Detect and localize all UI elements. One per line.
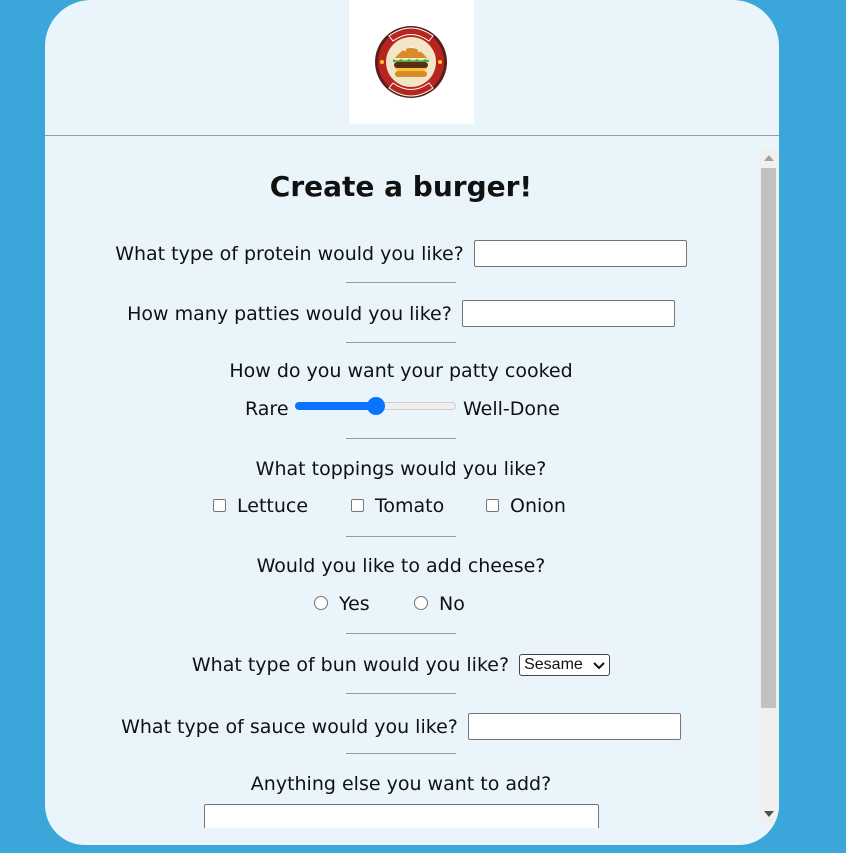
scroll-down-arrow-icon[interactable] — [764, 811, 774, 817]
divider — [346, 693, 456, 694]
divider — [346, 438, 456, 439]
protein-input[interactable] — [473, 240, 687, 267]
logo — [349, 0, 474, 124]
tomato-label: Tomato — [375, 495, 445, 517]
scrollbar[interactable] — [758, 148, 779, 824]
scroll-thumb[interactable] — [761, 168, 776, 708]
lettuce-label: Lettuce — [237, 495, 309, 517]
lettuce-checkbox[interactable] — [213, 499, 226, 512]
scroll-up-arrow-icon[interactable] — [764, 155, 774, 161]
cheese-no-label: No — [439, 593, 465, 615]
bun-label: What type of bun would you like? — [191, 653, 510, 676]
patties-label: How many patties would you like? — [127, 302, 452, 325]
bun-select[interactable]: Sesame — [519, 653, 611, 676]
divider — [346, 633, 456, 634]
protein-row: What type of protein would you like? — [45, 240, 757, 267]
form-card: Create a burger! What type of protein wo… — [45, 0, 779, 845]
tomato-checkbox[interactable] — [351, 499, 364, 512]
extra-label: Anything else you want to add? — [250, 773, 552, 795]
form-scroll-area[interactable]: Create a burger! What type of protein wo… — [45, 148, 779, 828]
cheese-no-radio[interactable] — [414, 596, 428, 610]
chevron-down-icon — [593, 661, 605, 669]
header — [45, 0, 779, 136]
cooked-min-label: Rare — [245, 398, 289, 420]
protein-label: What type of protein would you like? — [115, 242, 464, 265]
cooked-label: How do you want your patty cooked — [229, 360, 573, 382]
toppings-label: What toppings would you like? — [255, 458, 547, 480]
patties-row: How many patties would you like? — [45, 300, 757, 327]
divider — [346, 536, 456, 537]
patties-input[interactable] — [461, 300, 675, 327]
sauce-row: What type of sauce would you like? — [45, 713, 757, 740]
cooked-max-label: Well-Done — [463, 398, 560, 420]
cheese-yes-label: Yes — [339, 593, 370, 615]
onion-label: Onion — [510, 495, 566, 517]
divider — [346, 753, 456, 754]
page-title: Create a burger! — [269, 170, 533, 203]
sauce-label: What type of sauce would you like? — [121, 715, 458, 738]
doneness-slider-fill — [295, 402, 376, 410]
bun-row: What type of bun would you like? Sesame — [45, 653, 757, 676]
divider — [346, 342, 456, 343]
cheese-yes-radio[interactable] — [314, 596, 328, 610]
cheese-label: Would you like to add cheese? — [256, 555, 546, 577]
divider — [346, 282, 456, 283]
extra-textarea[interactable] — [204, 804, 599, 828]
burger-logo-icon — [375, 26, 447, 98]
bun-selected-value: Sesame — [524, 655, 583, 673]
doneness-slider-thumb[interactable] — [366, 397, 385, 415]
onion-checkbox[interactable] — [486, 499, 499, 512]
sauce-input[interactable] — [467, 713, 681, 740]
